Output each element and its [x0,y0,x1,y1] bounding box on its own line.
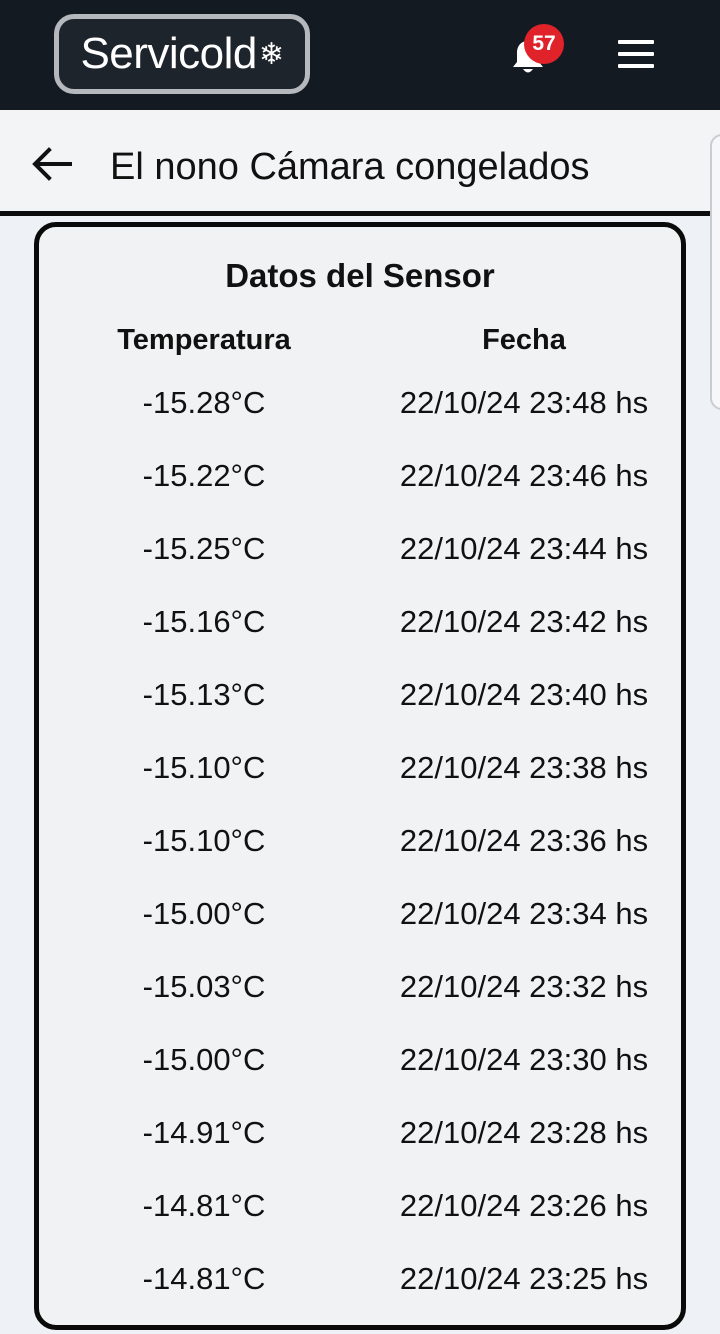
page-header: El nono Cámara congelados [0,110,720,216]
hamburger-menu-icon[interactable] [612,36,660,72]
notification-badge[interactable]: 57 [524,24,564,64]
table-row: -15.22°C 22/10/24 23:46 hs [39,440,681,513]
column-header-temperature: Temperatura [117,324,291,356]
table-row: -15.16°C 22/10/24 23:42 hs [39,586,681,659]
logo-text: Servicold [80,29,257,78]
card-title: Datos del Sensor [225,257,495,294]
temperature-cell: -15.28°C [142,385,266,420]
temperature-cell: -14.81°C [142,1188,266,1223]
table-row: -15.13°C 22/10/24 23:40 hs [39,659,681,732]
arrow-left-icon[interactable] [30,146,74,182]
temperature-cell: -14.81°C [142,1261,266,1296]
page-title: El nono Cámara congelados [110,146,590,188]
table-row: -14.81°C 22/10/24 23:26 hs [39,1170,681,1243]
table-row: -14.91°C 22/10/24 23:28 hs [39,1097,681,1170]
table-row: -14.81°C 22/10/24 23:25 hs [39,1243,681,1316]
table-row: -15.25°C 22/10/24 23:44 hs [39,513,681,586]
table-row: -15.10°C 22/10/24 23:36 hs [39,805,681,878]
temperature-cell: -15.00°C [142,896,266,931]
date-cell: 22/10/24 23:42 hs [399,604,649,639]
date-cell: 22/10/24 23:26 hs [399,1188,649,1223]
column-header-date: Fecha [482,324,566,356]
table-row: -15.00°C 22/10/24 23:34 hs [39,878,681,951]
servicold-logo[interactable]: Servicold ❄ [54,14,310,94]
temperature-cell: -15.22°C [142,458,266,493]
temperature-cell: -15.00°C [142,1042,266,1077]
date-cell: 22/10/24 23:46 hs [399,458,649,493]
date-cell: 22/10/24 23:25 hs [399,1261,649,1296]
date-cell: 22/10/24 23:40 hs [399,677,649,712]
table-row: -15.10°C 22/10/24 23:38 hs [39,732,681,805]
temperature-cell: -15.25°C [142,531,266,566]
top-app-bar: Servicold ❄ 57 [0,0,720,110]
date-cell: 22/10/24 23:32 hs [399,969,649,1004]
date-cell: 22/10/24 23:36 hs [399,823,649,858]
table-row: -15.00°C 22/10/24 23:30 hs [39,1024,681,1097]
date-cell: 22/10/24 23:38 hs [399,750,649,785]
sensor-data-card: Datos del Sensor Temperatura Fecha -15.2… [34,222,686,1330]
temperature-cell: -15.13°C [142,677,266,712]
sensor-readings-list: -15.28°C 22/10/24 23:48 hs -15.22°C 22/1… [39,367,681,1316]
side-drawer-handle[interactable] [710,134,720,410]
temperature-cell: -15.10°C [142,750,266,785]
date-cell: 22/10/24 23:28 hs [399,1115,649,1150]
table-row: -15.03°C 22/10/24 23:32 hs [39,951,681,1024]
temperature-cell: -15.16°C [142,604,266,639]
date-cell: 22/10/24 23:48 hs [399,385,649,420]
temperature-cell: -15.10°C [142,823,266,858]
date-cell: 22/10/24 23:30 hs [399,1042,649,1077]
temperature-cell: -15.03°C [142,969,266,1004]
snowflake-icon: ❄ [258,37,284,71]
temperature-cell: -14.91°C [142,1115,266,1150]
table-row: -15.28°C 22/10/24 23:48 hs [39,367,681,440]
date-cell: 22/10/24 23:44 hs [399,531,649,566]
date-cell: 22/10/24 23:34 hs [399,896,649,931]
